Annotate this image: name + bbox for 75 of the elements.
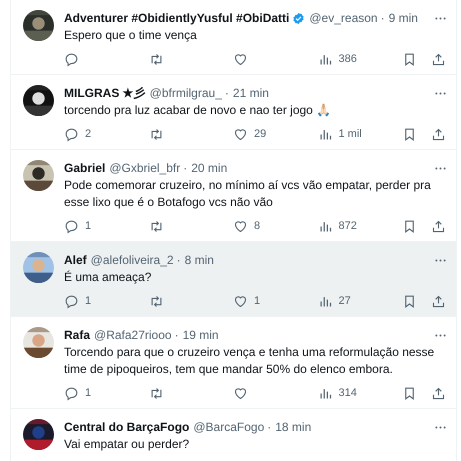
user-handle[interactable]: @Gxbriel_bfr bbox=[109, 160, 180, 176]
more-icon[interactable] bbox=[435, 166, 446, 170]
bookmark-icon[interactable] bbox=[402, 52, 417, 66]
heart-icon[interactable] bbox=[233, 218, 248, 234]
reply-count: 1 bbox=[85, 295, 92, 307]
view-count: 314 bbox=[338, 387, 357, 399]
verified-badge-icon bbox=[292, 12, 306, 24]
user-handle[interactable]: @BarcaFogo bbox=[193, 419, 264, 435]
bookmark-icon[interactable] bbox=[402, 218, 417, 234]
share-icon[interactable] bbox=[431, 52, 446, 66]
reply-icon[interactable] bbox=[64, 294, 79, 308]
repost-icon[interactable] bbox=[148, 218, 164, 234]
more-icon[interactable] bbox=[435, 16, 446, 20]
tweet-text: Espero que o time vença bbox=[64, 27, 198, 44]
repost-icon[interactable] bbox=[148, 126, 164, 142]
share-icon[interactable] bbox=[431, 386, 446, 400]
tweet-text: Torcendo para que o cruzeiro vença e tenha uma reformulação nesse time de pipoqueiros, tem que mandar 50% do elenco embora. bbox=[64, 344, 436, 378]
user-handle[interactable]: @bfrmilgrau_ bbox=[150, 85, 222, 101]
reply-count: 2 bbox=[85, 128, 92, 140]
repost-icon[interactable] bbox=[148, 52, 164, 66]
view-count: 386 bbox=[338, 53, 357, 65]
more-icon[interactable] bbox=[435, 258, 446, 262]
post-time[interactable]: 19 min bbox=[182, 327, 219, 343]
separator-dot: · bbox=[183, 160, 188, 176]
user-name[interactable]: Gabriel bbox=[64, 160, 106, 176]
separator-dot: · bbox=[267, 419, 272, 435]
user-name[interactable]: Rafa bbox=[64, 327, 90, 343]
reply-icon[interactable] bbox=[64, 218, 79, 234]
repost-icon[interactable] bbox=[148, 294, 164, 308]
user-handle[interactable]: @ev_reason bbox=[309, 10, 378, 26]
more-icon[interactable] bbox=[435, 92, 446, 94]
heart-icon[interactable] bbox=[233, 294, 248, 308]
user-name[interactable]: Central do BarçaFogo bbox=[64, 419, 190, 435]
reply-icon[interactable] bbox=[64, 386, 79, 400]
bookmark-icon[interactable] bbox=[402, 294, 417, 308]
separator-dot: · bbox=[380, 10, 385, 26]
view-count: 872 bbox=[338, 220, 357, 232]
separator-dot: · bbox=[224, 85, 229, 101]
separator-dot: · bbox=[174, 327, 179, 343]
like-count: 29 bbox=[254, 128, 266, 140]
post-time[interactable]: 18 min bbox=[275, 419, 312, 435]
post-time[interactable]: 8 min bbox=[184, 252, 214, 268]
reply-count: 1 bbox=[85, 387, 92, 399]
more-icon[interactable] bbox=[435, 426, 446, 428]
bookmark-icon[interactable] bbox=[402, 386, 417, 400]
heart-icon[interactable] bbox=[233, 126, 248, 142]
post-time[interactable]: 9 min bbox=[388, 10, 418, 26]
user-handle[interactable]: @alefoliveira_2 bbox=[90, 252, 174, 268]
share-icon[interactable] bbox=[431, 294, 446, 308]
tweet-text: Pode comemorar cruzeiro, no mínimo aí vcs vão empatar, perder pra esse lixo que é o Botafogo vcs não vão bbox=[64, 177, 432, 211]
like-count: 8 bbox=[254, 220, 260, 232]
bookmark-icon[interactable] bbox=[402, 126, 417, 142]
user-name[interactable]: Alef bbox=[64, 252, 87, 268]
like-count: 1 bbox=[254, 295, 260, 307]
share-icon[interactable] bbox=[431, 126, 446, 142]
tweet-text: É uma ameaça? bbox=[64, 269, 152, 286]
post-time[interactable]: 21 min bbox=[232, 85, 269, 101]
reply-icon[interactable] bbox=[64, 126, 79, 142]
tweet-text: Vai empatar ou perder? bbox=[64, 436, 190, 453]
reply-icon[interactable] bbox=[64, 52, 79, 66]
separator-dot: · bbox=[176, 252, 181, 268]
heart-icon[interactable] bbox=[233, 386, 248, 400]
repost-icon[interactable] bbox=[148, 386, 164, 400]
more-icon[interactable] bbox=[435, 334, 446, 336]
user-name[interactable]: MILGRAS ★彡 bbox=[64, 85, 146, 101]
tweet-card[interactable]: Alef @alefoliveira_2 · 8 min É uma ameaça? 1 1 27 bbox=[11, 242, 456, 317]
reply-count: 1 bbox=[85, 220, 92, 232]
view-count: 1 mil bbox=[338, 128, 362, 140]
share-icon[interactable] bbox=[431, 218, 446, 234]
post-time[interactable]: 20 min bbox=[191, 160, 228, 176]
heart-icon[interactable] bbox=[233, 52, 248, 66]
user-handle[interactable]: @Rafa27riooo bbox=[94, 327, 172, 343]
user-name[interactable]: Adventurer #ObidientlyYusful #ObiDatti bbox=[64, 10, 290, 26]
tweet-text: torcendo pra luz acabar de novo e nao ter jogo 🙏🏻 bbox=[64, 102, 332, 119]
view-count: 27 bbox=[338, 295, 351, 307]
